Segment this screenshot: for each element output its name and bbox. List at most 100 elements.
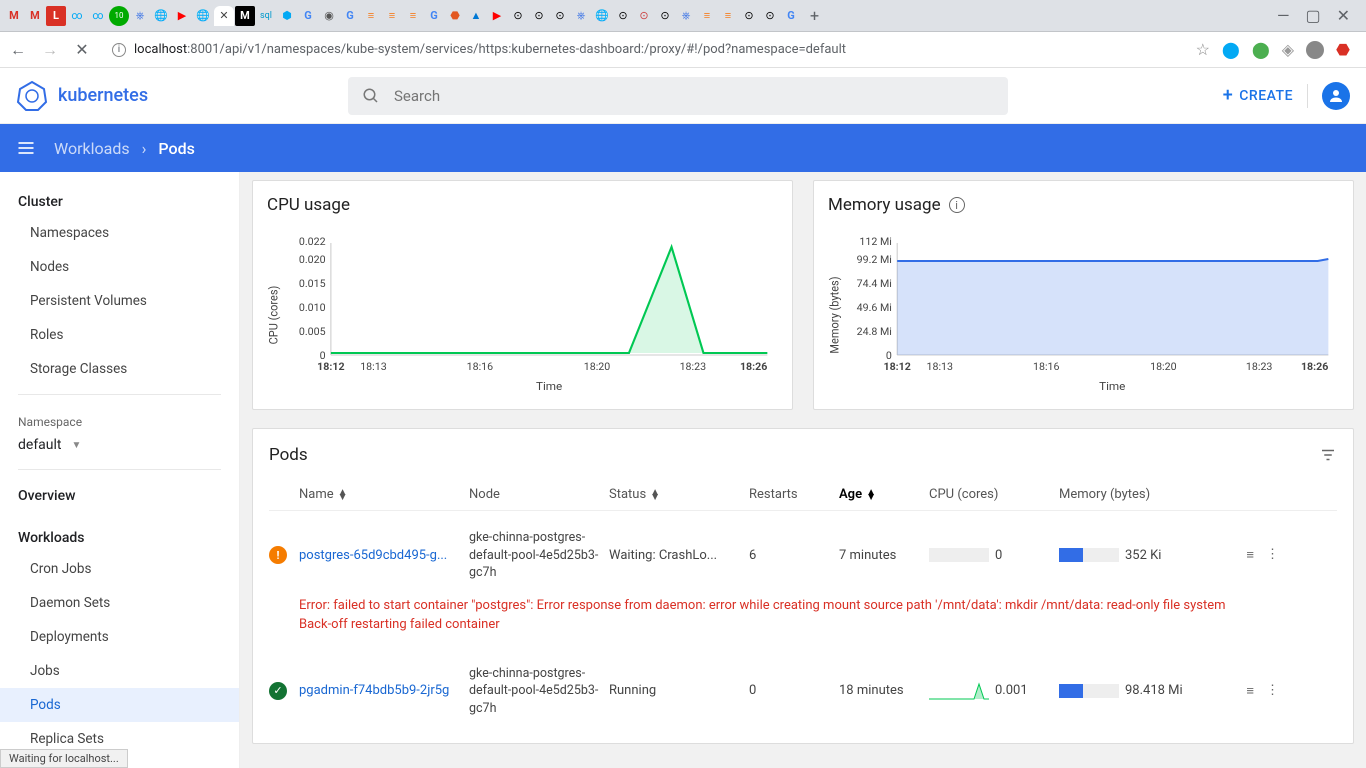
search-input[interactable]	[394, 87, 994, 105]
sidebar-item-storage-classes[interactable]: Storage Classes	[0, 352, 239, 386]
tab-orange[interactable]: ⬣	[445, 6, 465, 26]
tab-globe-2[interactable]: 🌐	[193, 6, 213, 26]
tab-globe[interactable]: 🌐	[151, 6, 171, 26]
sidebar-item-nodes[interactable]: Nodes	[0, 250, 239, 284]
breadcrumb-bar: Workloads › Pods	[0, 124, 1366, 172]
sidebar-item-persistent-volumes[interactable]: Persistent Volumes	[0, 284, 239, 318]
tab-azure[interactable]: ▲	[466, 6, 486, 26]
sidebar-section-overview[interactable]: Overview	[0, 478, 239, 510]
tab-so-2[interactable]: ≡	[382, 6, 402, 26]
pod-restarts: 0	[749, 683, 839, 698]
tab-bug[interactable]: ⊙	[634, 6, 654, 26]
ext-4[interactable]: ⬣	[1336, 40, 1350, 59]
header-actions: + CREATE	[1223, 82, 1350, 110]
tab-so[interactable]: ≡	[361, 6, 381, 26]
tab-m[interactable]: M	[235, 6, 255, 26]
kubernetes-logo-icon	[16, 80, 48, 112]
ext-2[interactable]: ⬤	[1252, 40, 1270, 59]
close-window-button[interactable]: ✕	[1337, 6, 1350, 25]
tab-k8s-3[interactable]: ⎈	[676, 6, 696, 26]
tab-gh-3[interactable]: ⊙	[550, 6, 570, 26]
user-avatar-icon[interactable]	[1322, 82, 1350, 110]
tab-gmail[interactable]: M	[4, 6, 24, 26]
sidebar-item-roles[interactable]: Roles	[0, 318, 239, 352]
sidebar-item-pods[interactable]: Pods	[0, 688, 239, 722]
sidebar-section-workloads[interactable]: Workloads	[0, 520, 239, 552]
tab-google-3[interactable]: G	[424, 6, 444, 26]
profile-icon[interactable]	[1306, 41, 1324, 59]
tab-l[interactable]: L	[46, 6, 66, 26]
sidebar-item-deployments[interactable]: Deployments	[0, 620, 239, 654]
more-icon[interactable]: ⋮	[1266, 683, 1279, 699]
tab-circle[interactable]: ◉	[319, 6, 339, 26]
th-age[interactable]: Age▲▼	[839, 487, 929, 502]
tab-so-4[interactable]: ≡	[697, 6, 717, 26]
tab-so-3[interactable]: ≡	[403, 6, 423, 26]
plus-icon: +	[1223, 85, 1234, 106]
pod-node: gke-chinna-postgres-default-pool-4e5d25b…	[469, 665, 609, 718]
minimize-button[interactable]: —	[1277, 6, 1290, 25]
svg-text:24.8 Mi: 24.8 Mi	[857, 325, 892, 338]
site-info-icon[interactable]: i	[112, 43, 126, 57]
new-tab-button[interactable]: +	[802, 6, 827, 25]
tab-active[interactable]: ✕	[214, 6, 234, 26]
cpu-chart-card: CPU usage CPU (cores) 0.022 0.020 0.015 …	[252, 180, 793, 410]
svg-text:CPU (cores): CPU (cores)	[267, 286, 281, 345]
forward-button[interactable]: →	[40, 40, 60, 60]
sidebar-item-jobs[interactable]: Jobs	[0, 654, 239, 688]
sidebar-item-cron-jobs[interactable]: Cron Jobs	[0, 552, 239, 586]
stop-button[interactable]: ✕	[72, 40, 92, 60]
cpu-sparkline	[929, 682, 989, 700]
tab-gh-2[interactable]: ⊙	[529, 6, 549, 26]
tab-green[interactable]: 10	[109, 6, 129, 26]
tab-google-4[interactable]: G	[781, 6, 801, 26]
svg-text:112 Mi: 112 Mi	[859, 235, 891, 248]
sidebar-item-namespaces[interactable]: Namespaces	[0, 216, 239, 250]
th-status[interactable]: Status▲▼	[609, 487, 749, 502]
star-icon[interactable]: ☆	[1196, 40, 1210, 59]
back-button[interactable]: ←	[8, 40, 28, 60]
more-icon[interactable]: ⋮	[1266, 547, 1279, 563]
svg-text:Time: Time	[536, 379, 562, 393]
breadcrumb-parent[interactable]: Workloads	[54, 139, 130, 158]
tab-k8s-2[interactable]: ⎈	[571, 6, 591, 26]
tab-gh[interactable]: ⊙	[508, 6, 528, 26]
pod-name-link[interactable]: postgres-65d9cbd495-g...	[299, 548, 469, 563]
charts-row: CPU usage CPU (cores) 0.022 0.020 0.015 …	[252, 180, 1354, 410]
tab-gh-5[interactable]: ⊙	[655, 6, 675, 26]
url-bar[interactable]: i localhost:8001/api/v1/namespaces/kube-…	[104, 36, 1184, 64]
pod-name-link[interactable]: pgadmin-f74bdb5b9-2jr5g	[299, 683, 469, 698]
tab-shield[interactable]: ⬢	[277, 6, 297, 26]
tab-gh-4[interactable]: ⊙	[613, 6, 633, 26]
search-box[interactable]	[348, 77, 1008, 115]
namespace-label: Namespace	[0, 403, 239, 433]
maximize-button[interactable]: ▢	[1305, 6, 1320, 25]
ext-3[interactable]: ◈	[1282, 40, 1294, 59]
app-header: kubernetes + CREATE	[0, 68, 1366, 124]
tab-gmail-2[interactable]: M	[25, 6, 45, 26]
tab-google-2[interactable]: G	[340, 6, 360, 26]
logs-icon[interactable]: ≡	[1246, 683, 1254, 699]
namespace-select[interactable]: default ▼	[0, 433, 239, 461]
content-area: CPU usage CPU (cores) 0.022 0.020 0.015 …	[240, 172, 1366, 768]
tab-gh-6[interactable]: ⊙	[739, 6, 759, 26]
logs-icon[interactable]: ≡	[1246, 547, 1254, 563]
tab-youtube[interactable]: ▶	[172, 6, 192, 26]
tab-gh-7[interactable]: ⊙	[760, 6, 780, 26]
sidebar-item-daemon-sets[interactable]: Daemon Sets	[0, 586, 239, 620]
tab-youtube-2[interactable]: ▶	[487, 6, 507, 26]
create-button[interactable]: + CREATE	[1223, 85, 1293, 106]
pod-restarts: 6	[749, 548, 839, 563]
tab-google[interactable]: G	[298, 6, 318, 26]
tab-k8s[interactable]: ⎈	[130, 6, 150, 26]
filter-icon[interactable]	[1319, 446, 1337, 464]
tab-globe-3[interactable]: 🌐	[592, 6, 612, 26]
tab-loop[interactable]: ∞	[67, 6, 87, 26]
th-name[interactable]: Name▲▼	[299, 487, 469, 502]
tab-loop-2[interactable]: ∞	[88, 6, 108, 26]
info-icon[interactable]: i	[949, 197, 965, 213]
tab-so-5[interactable]: ≡	[718, 6, 738, 26]
ext-1[interactable]: ⬤	[1222, 40, 1240, 59]
tab-sql[interactable]: sql	[256, 6, 276, 26]
menu-icon[interactable]	[16, 138, 36, 158]
